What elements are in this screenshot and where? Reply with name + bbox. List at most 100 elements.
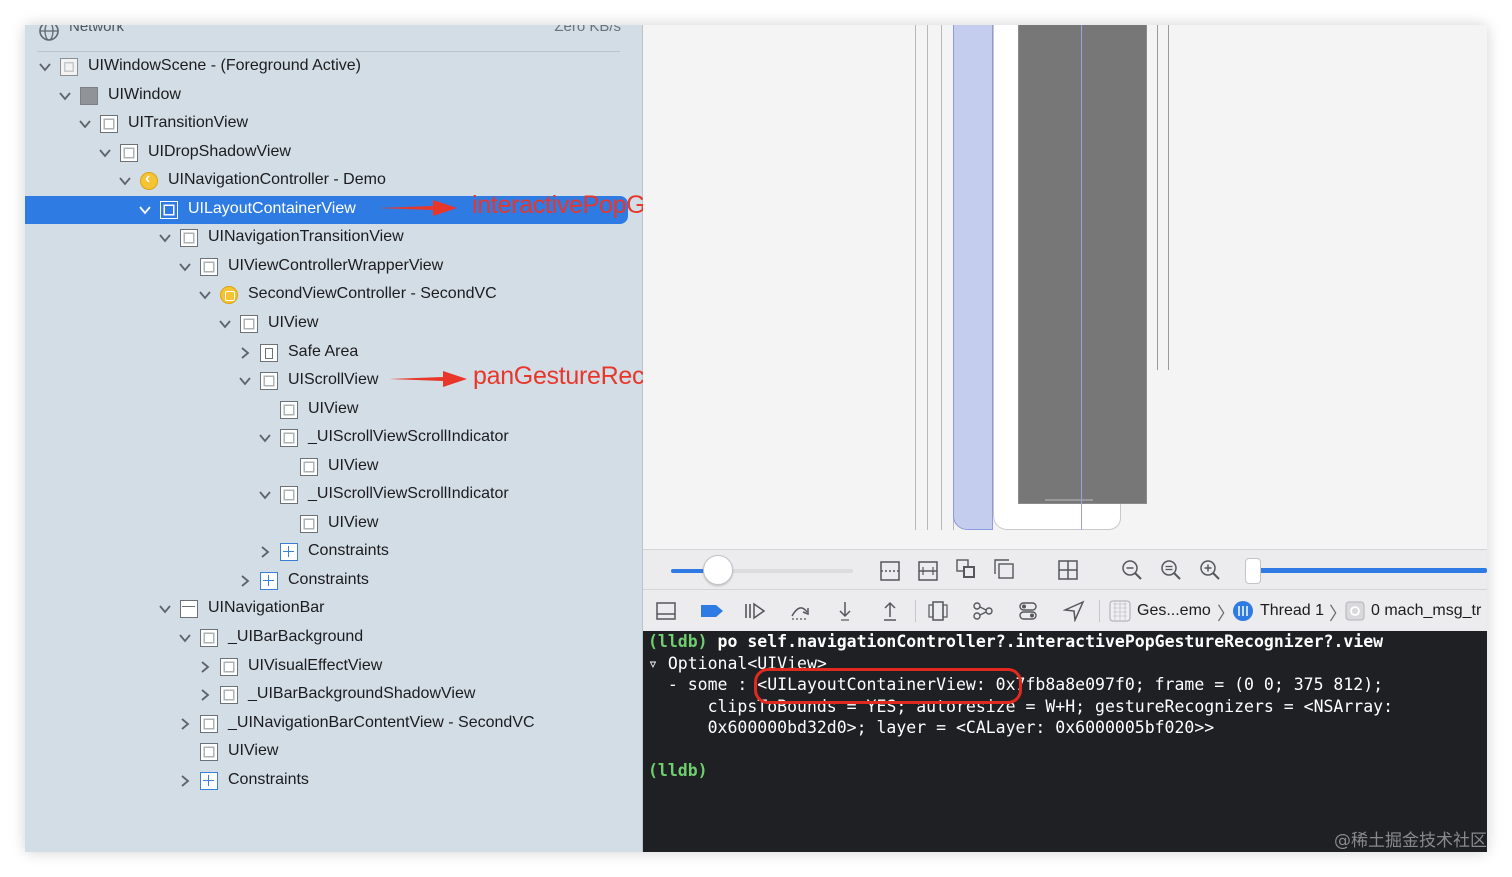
breakpoints-toggle-icon[interactable] bbox=[699, 600, 725, 622]
chevron-down-icon[interactable] bbox=[179, 632, 191, 644]
constraints-icon bbox=[260, 571, 278, 590]
navigation-bar-icon bbox=[180, 600, 198, 619]
layout-grid-icon[interactable] bbox=[1057, 559, 1079, 581]
view-debugger-icon[interactable] bbox=[927, 600, 949, 622]
tree-row-label: _UIBarBackgroundShadowView bbox=[248, 685, 476, 703]
spacing-slider[interactable] bbox=[671, 569, 853, 573]
layer-edge bbox=[941, 25, 942, 530]
show-clipped-icon[interactable] bbox=[955, 558, 977, 580]
chevron-down-icon[interactable] bbox=[199, 289, 211, 301]
show-constraints-icon[interactable] bbox=[993, 558, 1015, 580]
chevron-down-icon[interactable] bbox=[139, 204, 151, 216]
step-into-icon[interactable] bbox=[834, 600, 856, 622]
tree-row-label: UINavigationBar bbox=[208, 599, 325, 617]
tree-row-label: Constraints bbox=[308, 542, 389, 560]
tree-row-label: Constraints bbox=[228, 770, 309, 788]
tree-row[interactable]: _UIScrollViewScrollIndicator bbox=[25, 481, 628, 509]
visible-range-track[interactable] bbox=[1253, 568, 1487, 573]
step-out-icon[interactable] bbox=[879, 600, 901, 622]
simulate-location-icon[interactable] bbox=[1063, 600, 1085, 622]
layer-edge bbox=[1081, 25, 1082, 530]
console-command: po self.navigationController?.interactiv… bbox=[717, 632, 1384, 651]
lldb-prompt: (lldb) bbox=[648, 761, 708, 780]
tree-row[interactable]: Constraints bbox=[25, 767, 628, 795]
tree-row[interactable]: _UIScrollViewScrollIndicator bbox=[25, 424, 628, 452]
tree-row[interactable]: UIVisualEffectView bbox=[25, 653, 628, 681]
tree-row-label: UIView bbox=[308, 399, 359, 417]
tree-row[interactable]: Constraints bbox=[25, 538, 628, 566]
tree-row[interactable]: UIDropShadowView bbox=[25, 139, 628, 167]
chevron-down-icon[interactable] bbox=[39, 61, 51, 73]
zoom-out-icon[interactable] bbox=[1121, 559, 1143, 581]
network-gauge-row[interactable]: Network Zero KB/s bbox=[25, 25, 625, 41]
scene-square-icon bbox=[60, 58, 78, 76]
chevron-down-icon[interactable] bbox=[259, 432, 271, 444]
chevron-down-icon[interactable] bbox=[219, 318, 231, 330]
view-square-icon bbox=[160, 200, 178, 219]
orient-vertical-icon[interactable] bbox=[879, 560, 901, 582]
tree-row[interactable]: UIView bbox=[25, 738, 628, 766]
tree-row-label: UIView bbox=[328, 513, 379, 531]
chevron-down-icon[interactable] bbox=[239, 375, 251, 387]
layout-container-layer[interactable] bbox=[953, 25, 993, 530]
chevron-down-icon[interactable] bbox=[119, 175, 131, 187]
console-output: 0x600000bd32d0>; layer = <CALayer: 0x600… bbox=[648, 718, 1215, 737]
chevron-right-icon[interactable] bbox=[179, 775, 191, 787]
tree-row[interactable]: UIWindowScene - (Foreground Active) bbox=[25, 53, 628, 81]
tree-row[interactable]: _UINavigationBarContentView - SecondVC bbox=[25, 710, 628, 738]
tree-row[interactable]: UIView bbox=[25, 310, 628, 338]
tree-row[interactable]: _UIBarBackgroundShadowView bbox=[25, 681, 628, 709]
breadcrumb-frame[interactable]: 0 mach_msg_tr bbox=[1371, 602, 1481, 620]
chevron-right-icon[interactable] bbox=[179, 717, 191, 730]
tree-row[interactable]: UIWindow bbox=[25, 82, 628, 110]
tree-row[interactable]: UIView bbox=[25, 453, 628, 481]
debug-navigator: Network Zero KB/s UIWindowScene - (Foreg… bbox=[25, 25, 643, 852]
tree-row[interactable]: UIView bbox=[25, 396, 628, 424]
tree-row-label: UITransitionView bbox=[128, 114, 249, 132]
tree-row[interactable]: Constraints bbox=[25, 567, 628, 595]
memory-graph-icon[interactable] bbox=[972, 600, 994, 622]
zoom-in-icon[interactable] bbox=[1199, 559, 1221, 581]
chevron-right-icon[interactable] bbox=[239, 575, 251, 587]
chevron-right-icon[interactable] bbox=[239, 346, 251, 359]
hide-debug-area-icon[interactable] bbox=[655, 600, 677, 622]
continue-icon[interactable] bbox=[743, 600, 767, 622]
tree-row[interactable]: _UIBarBackground bbox=[25, 624, 628, 652]
view-debugger-canvas[interactable] bbox=[643, 25, 1487, 549]
tree-row[interactable]: UITransitionView bbox=[25, 110, 628, 138]
chevron-down-icon[interactable] bbox=[259, 489, 271, 501]
chevron-down-icon[interactable] bbox=[179, 261, 191, 273]
zoom-actual-icon[interactable] bbox=[1160, 559, 1182, 581]
tree-row-label: Constraints bbox=[288, 570, 369, 588]
chevron-down-icon[interactable] bbox=[79, 118, 91, 130]
chevron-down-icon[interactable] bbox=[159, 603, 171, 615]
slider-thumb[interactable] bbox=[702, 555, 733, 585]
tree-row[interactable]: UIViewControllerWrapperView bbox=[25, 253, 628, 281]
chevron-right-icon[interactable] bbox=[199, 689, 211, 701]
tree-row[interactable]: UINavigationBar bbox=[25, 595, 628, 623]
breadcrumb-target[interactable]: Ges...emo bbox=[1137, 602, 1211, 620]
chevron-right-icon[interactable] bbox=[199, 660, 211, 673]
step-over-icon[interactable] bbox=[789, 600, 811, 622]
scroll-view-layer[interactable] bbox=[1018, 25, 1147, 504]
tree-row-label: SecondViewController - SecondVC bbox=[248, 285, 497, 303]
breadcrumb-thread[interactable]: Thread 1 bbox=[1260, 602, 1324, 620]
view-square-icon bbox=[100, 115, 118, 134]
constraints-icon bbox=[280, 543, 298, 562]
chevron-down-icon[interactable] bbox=[59, 90, 71, 102]
chevron-down-icon[interactable] bbox=[99, 147, 111, 159]
layer-edge bbox=[915, 25, 916, 530]
environment-overrides-icon[interactable] bbox=[1017, 600, 1039, 622]
orient-horizontal-icon[interactable] bbox=[917, 560, 939, 582]
chevron-down-icon[interactable] bbox=[159, 232, 171, 244]
tree-row[interactable]: UIView bbox=[25, 510, 628, 538]
visible-range-handle[interactable] bbox=[1245, 558, 1261, 584]
tree-row[interactable]: UINavigationTransitionView bbox=[25, 224, 628, 252]
chevron-right-icon[interactable] bbox=[259, 546, 271, 559]
tree-row-label: _UINavigationBarContentView - SecondVC bbox=[228, 713, 535, 731]
network-value: Zero KB/s bbox=[554, 25, 621, 35]
lldb-console[interactable]: (lldb) po self.navigationController?.int… bbox=[643, 631, 1487, 852]
tree-row[interactable]: SecondViewController - SecondVC bbox=[25, 281, 628, 309]
view-square-icon bbox=[280, 429, 298, 448]
tree-row-label: UINavigationTransitionView bbox=[208, 228, 404, 246]
